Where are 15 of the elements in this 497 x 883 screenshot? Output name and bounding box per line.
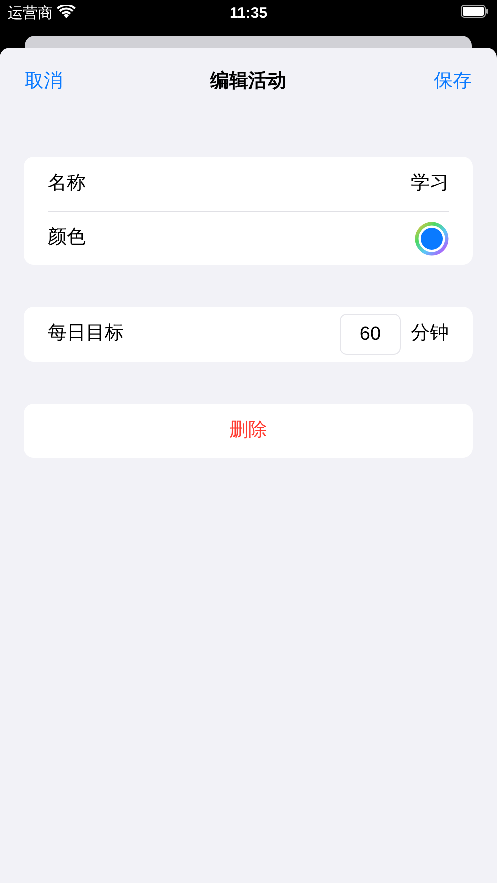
color-swatch[interactable] xyxy=(415,222,449,256)
row-label: 名称 xyxy=(48,172,86,196)
cancel-button[interactable]: 取消 xyxy=(25,68,63,96)
row-label: 每日目标 xyxy=(48,322,125,346)
row-label: 颜色 xyxy=(48,226,86,250)
carrier-name: 运营商 xyxy=(8,4,53,24)
status-time: 11:35 xyxy=(230,4,268,24)
goal-input[interactable]: 60 xyxy=(340,314,401,355)
name-value[interactable]: 学习 xyxy=(411,170,449,198)
wifi-icon xyxy=(57,5,76,19)
delete-button[interactable]: 删除 xyxy=(24,404,473,458)
unit-label: 分钟 xyxy=(411,322,449,346)
save-button[interactable]: 保存 xyxy=(434,68,472,96)
battery-icon xyxy=(461,5,489,18)
screen-title: 编辑活动 xyxy=(210,70,286,94)
